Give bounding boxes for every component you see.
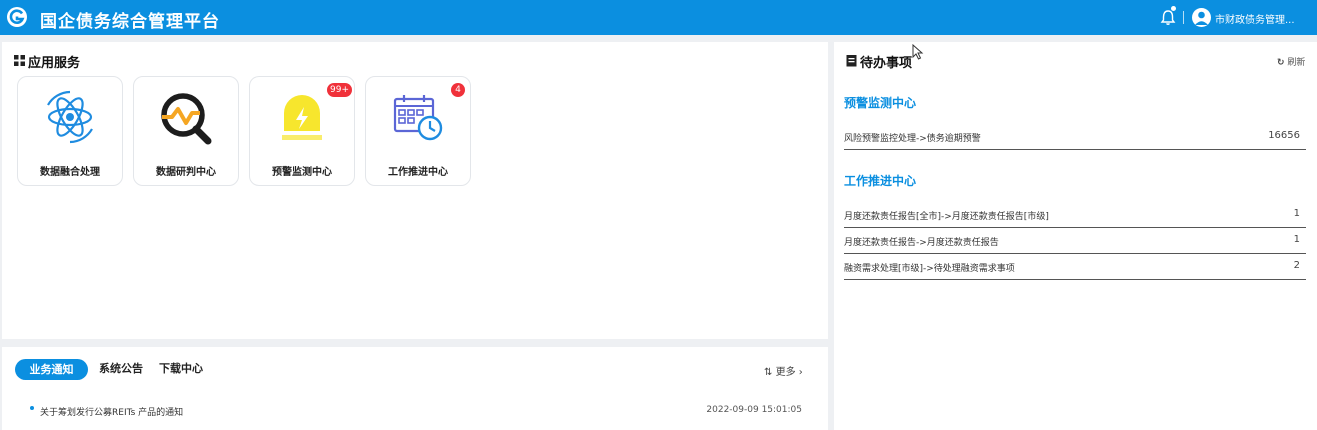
bell-icon[interactable] [1160,9,1176,26]
todo-row-text: 月度还款责任报告[全市]->月度还款责任报告[市级] [844,212,1049,222]
swap-icon: ⇅ [764,367,773,378]
app-card-label: 数据融合处理 [40,167,100,178]
todo-row-count: 16656 [1268,130,1300,141]
notification-dot [1171,6,1176,11]
app-card-label: 工作推进中心 [388,167,448,178]
refresh-icon: ↻ [1277,58,1285,68]
todo-row-count: 1 [1293,208,1300,219]
todo-row-text: 融资需求处理[市级]->待处理融资需求事项 [844,264,1015,274]
more-label: 更多 [775,367,796,378]
refresh-button[interactable]: ↻ 刷新 [1277,55,1305,68]
user-avatar-icon[interactable] [1192,8,1211,27]
app-card-data-analysis[interactable]: 数据研判中心 [133,76,239,186]
calendar-clock-icon [393,95,443,141]
todo-row-text: 月度还款责任报告->月度还款责任报告 [844,238,999,248]
tab-system-announcement[interactable]: 系统公告 [99,360,143,376]
tab-download-center[interactable]: 下载中心 [159,360,203,376]
alarm-lamp-icon [282,95,322,140]
notice-panel: 业务通知 系统公告 下载中心 ⇅ 更多 › 关于筹划发行公募REITs 产品的通… [2,347,828,430]
app-card-label: 预警监测中心 [272,167,332,178]
user-name[interactable]: 市财政债务管理... [1215,11,1295,26]
grid-icon [14,55,25,66]
app-services-title: 应用服务 [28,56,81,71]
chevron-right-icon: › [798,367,803,378]
app-card-warning-monitor[interactable]: 99+ 预警监测中心 [249,76,355,186]
magnifier-chart-icon [161,93,212,145]
refresh-label: 刷新 [1287,58,1306,68]
todo-row[interactable]: 风险预警监控处理->债务逾期预警 16656 [844,128,1306,150]
app-card-work-progress[interactable]: 4 工作推进中心 [365,76,471,186]
todo-row[interactable]: 月度还款责任报告[全市]->月度还款责任报告[市级] 1 [844,206,1306,228]
todo-row-count: 1 [1293,234,1300,245]
todo-row[interactable]: 月度还款责任报告->月度还款责任报告 1 [844,232,1306,254]
notice-item-time: 2022-09-09 15:01:05 [706,405,802,415]
clipboard-icon [846,55,857,67]
bullet-icon [30,406,34,410]
app-title: 国企债务综合管理平台 [40,12,220,32]
todo-group-title: 工作推进中心 [844,174,917,188]
todo-panel: 待办事项 ↻ 刷新 预警监测中心 风险预警监控处理->债务逾期预警 16656 … [834,42,1317,430]
app-card-data-fusion[interactable]: 数据融合处理 [17,76,123,186]
mouse-cursor-icon [912,44,924,60]
app-card-label: 数据研判中心 [156,167,216,178]
badge-count: 4 [451,83,465,97]
todo-row-count: 2 [1293,260,1300,271]
todo-title: 待办事项 [860,56,913,71]
divider [1183,11,1184,24]
todo-row[interactable]: 融资需求处理[市级]->待处理融资需求事项 2 [844,258,1306,280]
todo-row-text: 风险预警监控处理->债务逾期预警 [844,134,981,144]
top-bar: 国企债务综合管理平台 市财政债务管理... [0,0,1317,35]
tab-business-notice[interactable]: 业务通知 [15,359,88,380]
atom-icon [47,90,93,144]
todo-group-title: 预警监测中心 [844,96,917,110]
badge-count: 99+ [327,83,352,97]
more-link[interactable]: ⇅ 更多 › [764,363,803,378]
g-logo-icon[interactable] [6,6,28,28]
notice-item-title[interactable]: 关于筹划发行公募REITs 产品的通知 [40,405,183,418]
app-services-panel: 应用服务 数据融合处理 数据研判中心 99+ 预警监测中心 4 工作推进中心 [2,42,828,339]
